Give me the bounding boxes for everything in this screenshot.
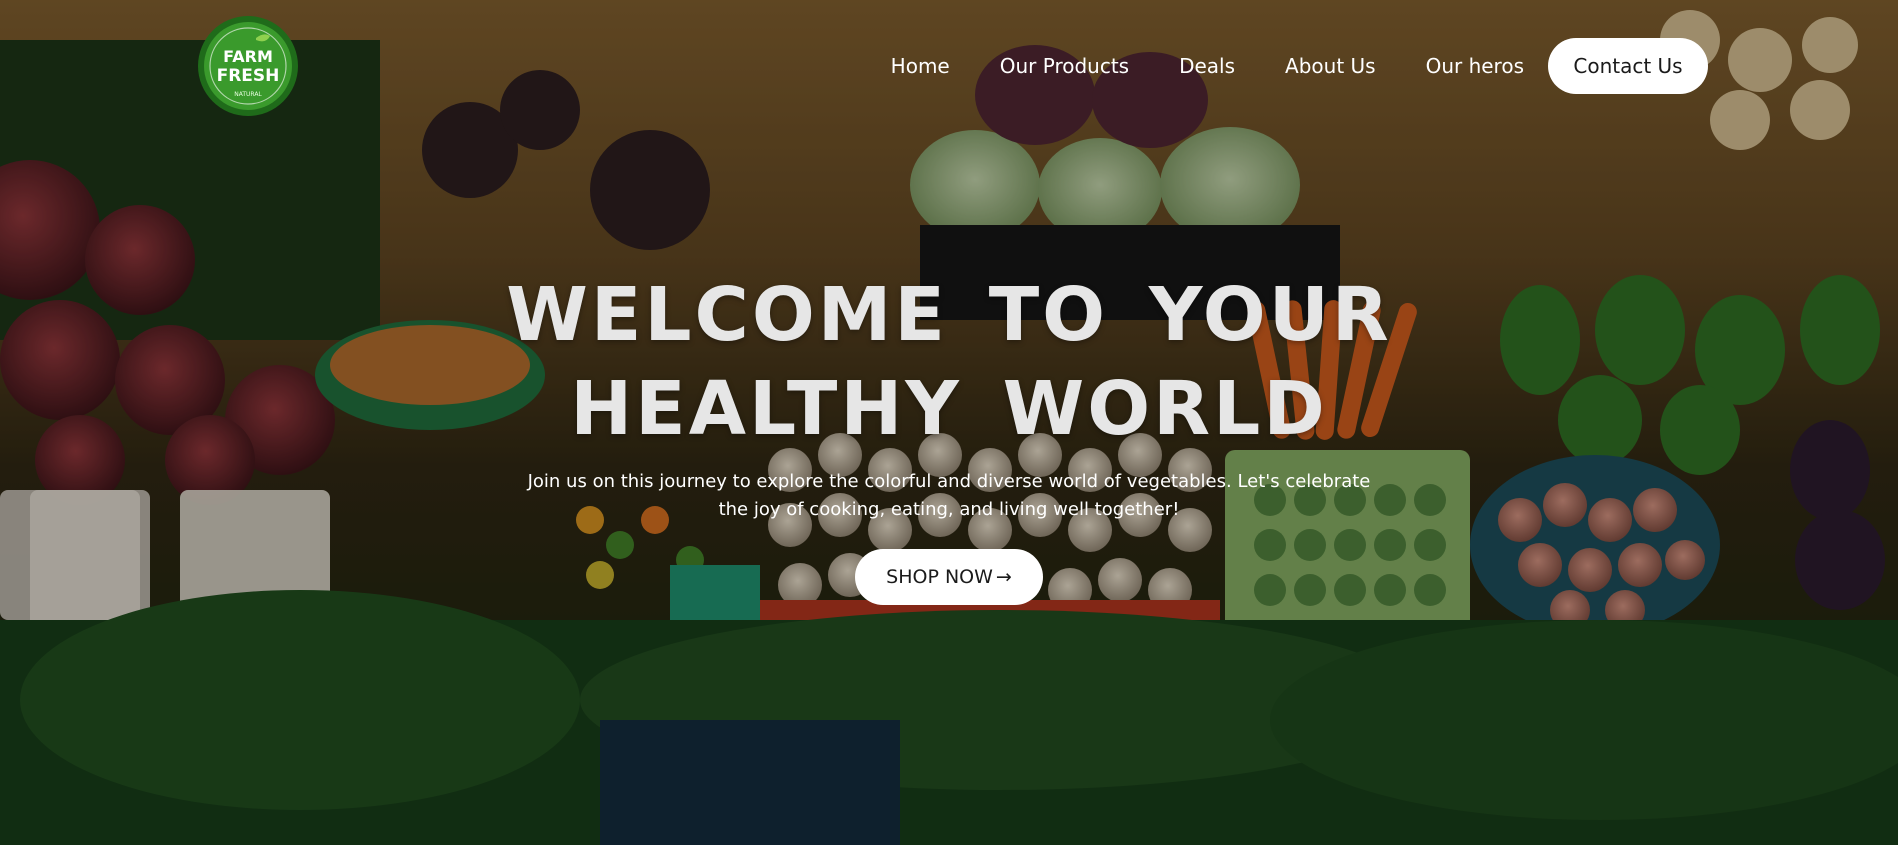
nav-our-products[interactable]: Our Products [1000,54,1129,78]
arrow-right-icon: → [995,566,1012,588]
farm-fresh-logo[interactable]: FARM FRESH NATURAL [196,14,300,118]
contact-us-button[interactable]: Contact Us [1548,38,1708,94]
svg-text:FRESH: FRESH [217,66,280,86]
main-nav: Home Our Products Deals About Us Our her… [891,38,1708,94]
nav-deals[interactable]: Deals [1179,54,1235,78]
nav-our-heros[interactable]: Our heros [1426,54,1524,78]
nav-home[interactable]: Home [891,54,950,78]
hero-section: FARM FRESH NATURAL Home Our Products Dea… [0,0,1898,845]
svg-text:NATURAL: NATURAL [234,91,262,98]
hero-title-line1: WELCOME TO YOUR [506,272,1392,358]
hero-title: WELCOME TO YOUR HEALTHY WORLD [0,268,1898,456]
shop-now-button[interactable]: SHOP NOW → [855,549,1043,605]
svg-text:FARM: FARM [223,47,273,66]
shop-now-label: SHOP NOW [886,566,993,588]
nav-about-us[interactable]: About Us [1285,54,1376,78]
hero-subtitle: Join us on this journey to explore the c… [527,471,1371,520]
hero-title-line2: HEALTHY WORLD [570,366,1328,452]
